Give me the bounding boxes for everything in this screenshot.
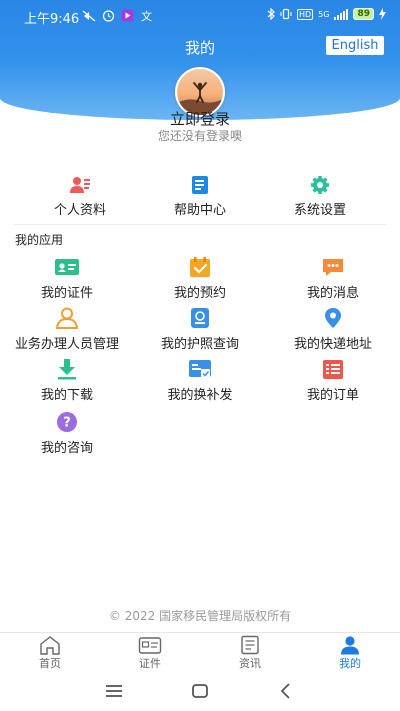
tab-documents[interactable]: 证件 xyxy=(100,635,200,671)
app-label: 我的订单 xyxy=(306,388,359,403)
alarm-icon xyxy=(102,10,115,22)
home-icon xyxy=(40,636,60,655)
tab-label: 首页 xyxy=(39,657,61,670)
translate-icon: 文 xyxy=(141,9,152,22)
app-reissue[interactable]: 我的换补发 xyxy=(133,358,267,403)
app-my-appointments[interactable]: 我的预约 xyxy=(133,256,267,301)
tab-home[interactable]: 首页 xyxy=(0,635,100,671)
download-icon xyxy=(58,359,76,380)
status-bar: 上午9:46 文 HD 5G 89 xyxy=(0,0,400,32)
tab-bar: 首页 证件 资讯 我的 xyxy=(0,632,400,672)
quick-action-label: 系统设置 xyxy=(293,203,346,218)
app-label: 我的证件 xyxy=(40,286,93,301)
app-label: 我的消息 xyxy=(306,286,359,301)
tab-profile[interactable]: 我的 xyxy=(300,635,400,671)
app-label: 我的咨询 xyxy=(40,441,93,456)
gear-icon xyxy=(311,176,329,194)
message-icon xyxy=(323,259,343,276)
menu-icon[interactable] xyxy=(102,680,126,702)
app-delivery-address[interactable]: 我的快递地址 xyxy=(266,307,400,352)
tab-label: 我的 xyxy=(339,657,361,670)
login-link[interactable]: 立即登录 xyxy=(0,108,400,129)
passport-icon xyxy=(191,308,209,328)
app-label: 我的下载 xyxy=(40,388,93,403)
news-icon xyxy=(241,635,259,655)
status-system-icons: HD 5G 89 xyxy=(267,8,386,20)
hd-label: HD xyxy=(296,8,314,20)
app-label: 业务办理人员管理 xyxy=(14,337,119,352)
user-outline-icon xyxy=(55,307,79,329)
card-icon xyxy=(138,637,162,654)
quick-action-help[interactable]: 帮助中心 xyxy=(150,176,250,218)
divider xyxy=(14,224,386,225)
app-label: 我的快递地址 xyxy=(293,337,372,352)
reissue-card-icon xyxy=(189,360,211,378)
location-pin-icon xyxy=(325,308,341,328)
login-subtitle: 您还没有登录噢 xyxy=(157,129,242,143)
quick-action-settings[interactable]: 系统设置 xyxy=(270,176,370,218)
question-icon: ? xyxy=(57,412,77,432)
mute-icon xyxy=(82,9,96,22)
quick-actions: 个人资料 帮助中心 系统设置 xyxy=(0,176,400,218)
tab-label: 证件 xyxy=(139,657,161,670)
app-my-messages[interactable]: 我的消息 xyxy=(266,256,400,301)
status-time: 上午9:46 xyxy=(24,12,80,27)
quick-action-label: 个人资料 xyxy=(53,203,106,218)
app-my-consultation[interactable]: ? 我的咨询 xyxy=(0,411,134,456)
svg-text:文: 文 xyxy=(141,9,152,22)
signal-label: 5G xyxy=(318,9,330,19)
apps-section-title: 我的应用 xyxy=(15,233,64,247)
tab-news[interactable]: 资讯 xyxy=(200,635,300,671)
quick-action-label: 帮助中心 xyxy=(173,203,226,218)
app-my-downloads[interactable]: 我的下载 xyxy=(0,358,134,403)
quick-action-profile[interactable]: 个人资料 xyxy=(30,176,130,218)
battery-indicator: 89 xyxy=(353,8,374,20)
app-notification-icon xyxy=(121,9,134,22)
person-icon xyxy=(70,177,90,193)
bluetooth-icon xyxy=(267,8,275,20)
id-card-icon xyxy=(55,259,79,275)
svg-text:?: ? xyxy=(63,416,71,431)
profile-icon xyxy=(341,636,359,655)
status-notification-icons: 文 xyxy=(82,9,153,22)
app-personnel-management[interactable]: 业务办理人员管理 xyxy=(0,307,134,352)
charging-icon xyxy=(379,8,386,20)
english-button[interactable]: English xyxy=(326,36,384,55)
app-label: 我的预约 xyxy=(173,286,226,301)
tab-label: 资讯 xyxy=(239,657,261,670)
app-label: 我的换补发 xyxy=(167,388,233,403)
app-my-orders[interactable]: 我的订单 xyxy=(266,358,400,403)
home-square-icon[interactable] xyxy=(188,680,212,702)
app-label: 我的护照查询 xyxy=(160,337,239,352)
vibrate-icon xyxy=(280,8,292,20)
book-icon xyxy=(192,176,208,194)
copyright-text: © 2022 国家移民管理局版权所有 xyxy=(108,609,292,623)
calendar-check-icon xyxy=(190,257,210,277)
back-icon[interactable] xyxy=(274,680,298,702)
app-my-documents[interactable]: 我的证件 xyxy=(0,256,134,301)
system-nav-bar xyxy=(0,672,400,711)
order-list-icon xyxy=(323,360,343,379)
app-passport-query[interactable]: 我的护照查询 xyxy=(133,307,267,352)
signal-icon xyxy=(334,8,349,20)
